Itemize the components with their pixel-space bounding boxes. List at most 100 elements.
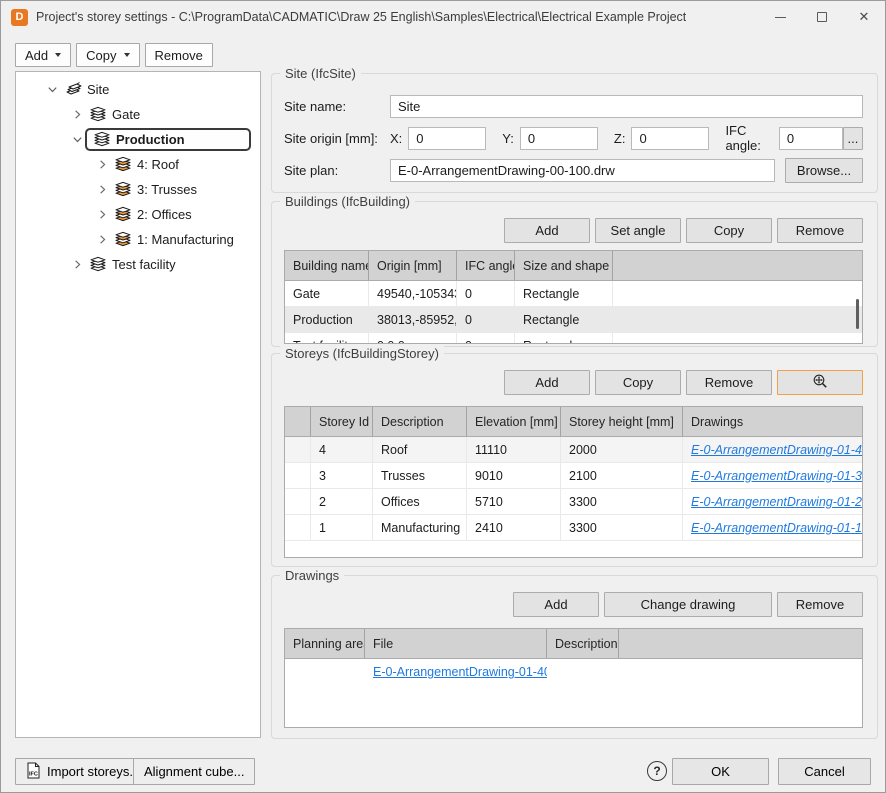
- column-header[interactable]: Storey Id: [311, 407, 373, 436]
- storey-id-cell: 1: [311, 515, 373, 540]
- tree-item-site[interactable]: Site: [16, 77, 260, 102]
- site-plan-input[interactable]: [390, 159, 775, 182]
- column-header[interactable]: Description: [547, 629, 619, 658]
- tree-item-gate[interactable]: Gate: [16, 102, 260, 127]
- ok-button[interactable]: OK: [672, 758, 769, 785]
- chevron-right-icon[interactable]: [94, 157, 110, 173]
- drawings-table-header: Planning area File Description: [285, 629, 862, 659]
- description-cell: Offices: [373, 489, 467, 514]
- import-storeys-button[interactable]: IFC Import storeys...: [15, 758, 151, 785]
- maximize-button[interactable]: [801, 1, 843, 33]
- origin-z-input[interactable]: [631, 127, 709, 150]
- drawing-link[interactable]: E-0-ArrangementDrawing-01-400.drw: [691, 443, 862, 457]
- site-name-input[interactable]: [390, 95, 863, 118]
- help-button[interactable]: ?: [647, 761, 667, 781]
- browse-button[interactable]: Browse...: [785, 158, 863, 183]
- drawings-remove-button[interactable]: Remove: [777, 592, 863, 617]
- chevron-right-icon[interactable]: [94, 232, 110, 248]
- storey-icon: [114, 181, 132, 198]
- alignment-cube-button[interactable]: Alignment cube...: [133, 758, 255, 785]
- drawings-table: Planning area File Description E-0-Arran…: [284, 628, 863, 728]
- buildings-remove-button[interactable]: Remove: [777, 218, 863, 243]
- tree-item-trusses[interactable]: 3: Trusses: [16, 177, 260, 202]
- tree-item-label: 3: Trusses: [137, 182, 197, 197]
- column-header[interactable]: Drawings: [683, 407, 862, 436]
- storey-icon: [114, 206, 132, 223]
- x-label: X:: [390, 131, 402, 146]
- column-header: [285, 407, 311, 436]
- table-row[interactable]: Test facility 0,0,0 0 Rectangle: [285, 333, 862, 344]
- site-name-label: Site name:: [284, 99, 390, 114]
- elevation-cell: 5710: [467, 489, 561, 514]
- table-row[interactable]: E-0-ArrangementDrawing-01-400.drw: [285, 659, 862, 685]
- column-header[interactable]: Building name: [285, 251, 369, 280]
- remove-button-label: Remove: [155, 48, 203, 63]
- column-header[interactable]: Size and shape: [515, 251, 613, 280]
- tree-item-label: Test facility: [112, 257, 176, 272]
- column-header[interactable]: Elevation [mm]: [467, 407, 561, 436]
- storeys-remove-button[interactable]: Remove: [686, 370, 772, 395]
- tree-item-roof[interactable]: 4: Roof: [16, 152, 260, 177]
- storey-settings-dialog: { "window": { "title": "Project's storey…: [0, 0, 886, 793]
- chevron-right-icon[interactable]: [94, 182, 110, 198]
- scrollbar[interactable]: [856, 299, 859, 329]
- column-header-filler: [613, 251, 862, 280]
- storeys-add-button[interactable]: Add: [504, 370, 590, 395]
- column-header[interactable]: Description: [373, 407, 467, 436]
- ifc-file-icon: IFC: [26, 762, 41, 782]
- column-header[interactable]: Origin [mm]: [369, 251, 457, 280]
- tree-item-offices[interactable]: 2: Offices: [16, 202, 260, 227]
- app-icon: D: [11, 9, 28, 26]
- storey-id-cell: 4: [311, 437, 373, 462]
- minimize-button[interactable]: [759, 1, 801, 33]
- change-drawing-button[interactable]: Change drawing: [604, 592, 772, 617]
- table-row[interactable]: Gate 49540,-105343,0 0 Rectangle: [285, 281, 862, 307]
- origin-y-input[interactable]: [520, 127, 598, 150]
- remove-button[interactable]: Remove: [145, 43, 213, 67]
- cancel-button[interactable]: Cancel: [778, 758, 871, 785]
- tree-item-manufacturing[interactable]: 1: Manufacturing: [16, 227, 260, 252]
- description-cell: Manufacturing: [373, 515, 467, 540]
- tree-item-test-facility[interactable]: Test facility: [16, 252, 260, 277]
- table-row[interactable]: 4 Roof 11110 2000 E-0-ArrangementDrawing…: [285, 437, 862, 463]
- buildings-add-button[interactable]: Add: [504, 218, 590, 243]
- drawing-file-link[interactable]: E-0-ArrangementDrawing-01-400.drw: [373, 665, 547, 679]
- zoom-pan-icon: [812, 373, 829, 393]
- minimize-icon: [775, 17, 786, 18]
- chevron-down-icon[interactable]: [69, 132, 85, 148]
- row-handle-cell: [285, 515, 311, 540]
- origin-x-input[interactable]: [408, 127, 486, 150]
- buildings-copy-button[interactable]: Copy: [686, 218, 772, 243]
- zoom-to-storey-button[interactable]: [777, 370, 863, 395]
- copy-button[interactable]: Copy: [76, 43, 139, 67]
- storey-height-cell: 3300: [561, 489, 683, 514]
- drawing-link[interactable]: E-0-ArrangementDrawing-01-300.drw: [691, 469, 862, 483]
- window-title: Project's storey settings - C:\ProgramDa…: [36, 10, 686, 24]
- column-header[interactable]: Planning area: [285, 629, 365, 658]
- chevron-down-icon[interactable]: [44, 82, 60, 98]
- buildings-set-angle-button[interactable]: Set angle: [595, 218, 681, 243]
- table-row[interactable]: 3 Trusses 9010 2100 E-0-ArrangementDrawi…: [285, 463, 862, 489]
- table-row[interactable]: 1 Manufacturing 2410 3300 E-0-Arrangemen…: [285, 515, 862, 541]
- add-button[interactable]: Add: [15, 43, 71, 67]
- storeys-copy-button[interactable]: Copy: [595, 370, 681, 395]
- title-bar: D Project's storey settings - C:\Program…: [1, 1, 885, 33]
- column-header[interactable]: IFC angle: [457, 251, 515, 280]
- drawing-link[interactable]: E-0-ArrangementDrawing-01-200.drw: [691, 495, 862, 509]
- more-options-button[interactable]: ...: [843, 127, 863, 150]
- column-header[interactable]: File: [365, 629, 547, 658]
- table-row-selected[interactable]: Production 38013,-85952,0 0 Rectangle: [285, 307, 862, 333]
- close-button[interactable]: ✕: [843, 1, 885, 33]
- chevron-right-icon[interactable]: [94, 207, 110, 223]
- ifc-angle-input[interactable]: [779, 127, 843, 150]
- chevron-right-icon[interactable]: [69, 257, 85, 273]
- tree-item-production[interactable]: Production: [16, 127, 260, 152]
- drawing-link[interactable]: E-0-ArrangementDrawing-01-100.drw: [691, 521, 862, 535]
- storeys-table: Storey Id Description Elevation [mm] Sto…: [284, 406, 863, 558]
- drawings-add-button[interactable]: Add: [513, 592, 599, 617]
- column-header[interactable]: Storey height [mm]: [561, 407, 683, 436]
- storeys-table-header: Storey Id Description Elevation [mm] Sto…: [285, 407, 862, 437]
- description-cell: [547, 659, 619, 685]
- table-row[interactable]: 2 Offices 5710 3300 E-0-ArrangementDrawi…: [285, 489, 862, 515]
- chevron-right-icon[interactable]: [69, 107, 85, 123]
